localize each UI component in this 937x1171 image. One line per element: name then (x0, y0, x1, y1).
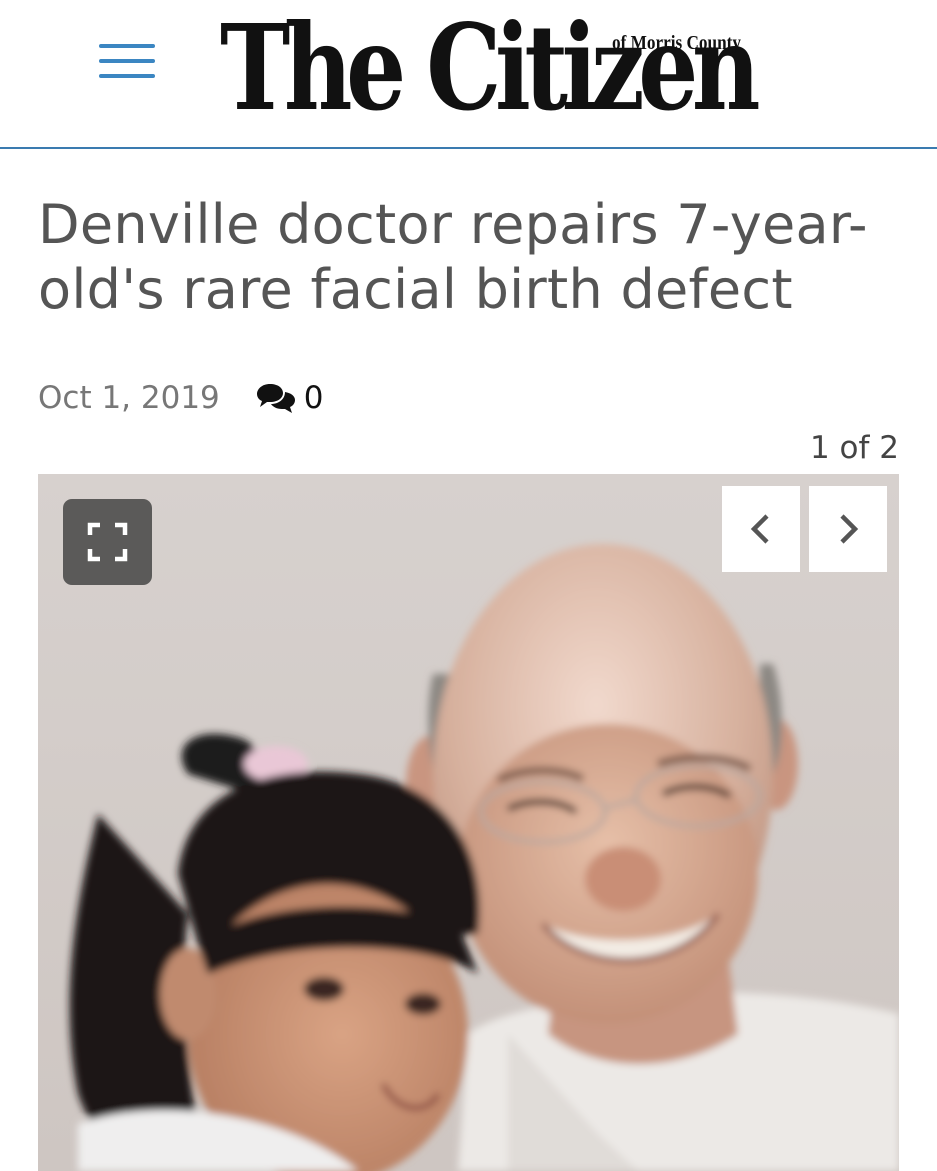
gallery-photo[interactable] (38, 474, 899, 1171)
gallery-counter: 1 of 2 (809, 430, 899, 466)
previous-photo-button[interactable] (722, 486, 800, 572)
menu-line (99, 59, 155, 63)
site-logo[interactable]: The Citizen of Morris County (220, 0, 761, 136)
article-date: Oct 1, 2019 (38, 380, 220, 416)
logo-subtitle: of Morris County (612, 32, 741, 54)
comment-count: 0 (303, 380, 324, 416)
comments-icon (256, 384, 295, 413)
logo-title: The Citizen (220, 0, 761, 137)
article-headline: Denville doctor repairs 7-year-old's rar… (38, 193, 868, 321)
chevron-left-icon (750, 514, 769, 544)
article-meta: Oct 1, 2019 0 (38, 378, 324, 418)
hamburger-menu-icon (99, 44, 155, 48)
menu-line (99, 74, 155, 78)
photo-image (38, 474, 899, 1171)
fullscreen-icon (87, 522, 128, 562)
next-photo-button[interactable] (809, 486, 887, 572)
site-header: The Citizen of Morris County (0, 0, 937, 149)
menu-button[interactable] (99, 44, 157, 84)
chevron-right-icon (840, 514, 859, 544)
comments-link[interactable]: 0 (256, 380, 324, 416)
fullscreen-button[interactable] (63, 499, 152, 585)
